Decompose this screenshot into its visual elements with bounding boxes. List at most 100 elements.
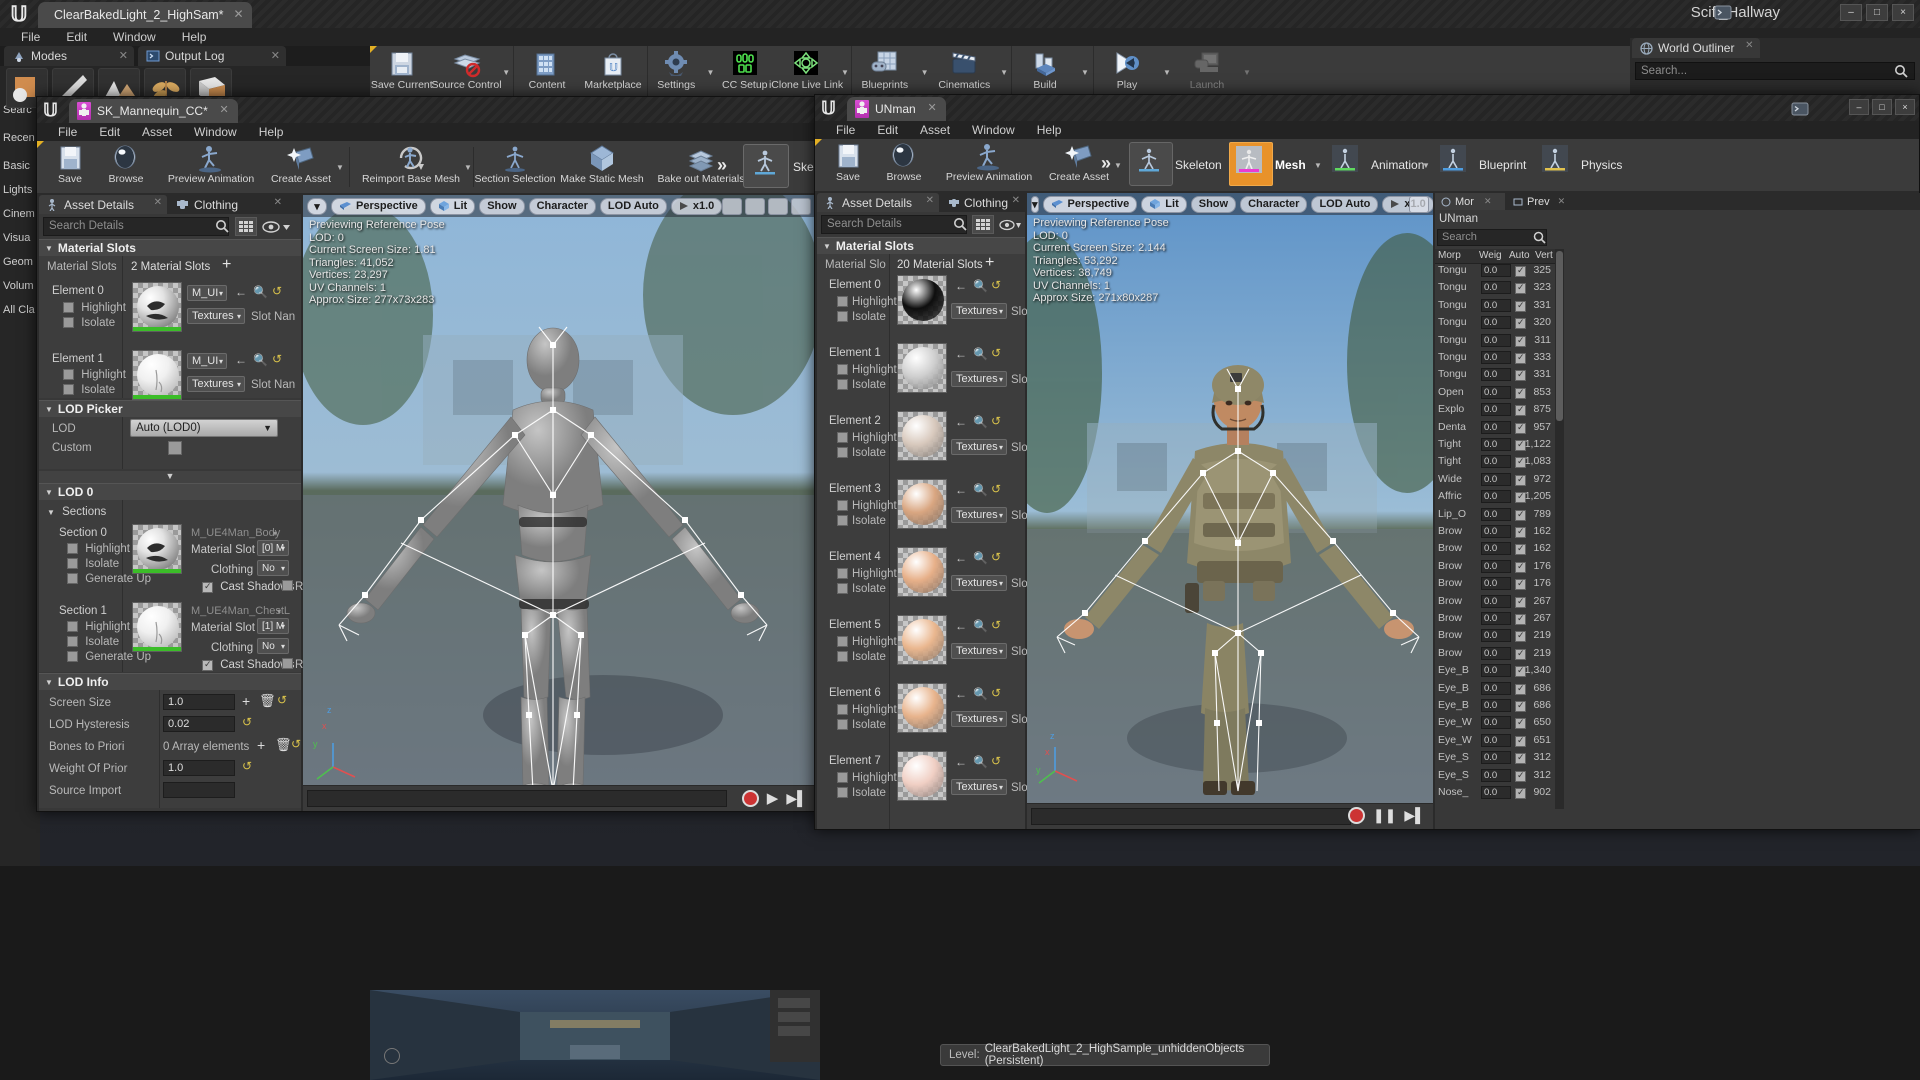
search-icon[interactable]: [1533, 231, 1546, 244]
add-material-slot-button[interactable]: +: [222, 257, 231, 273]
add-material-slot-button[interactable]: +: [985, 255, 994, 271]
rail-item-8[interactable]: All Cla: [3, 304, 35, 316]
snap-tool-icon[interactable]: [768, 198, 788, 215]
generate-up-checkbox[interactable]: [67, 573, 78, 584]
settings-chevron-down-icon[interactable]: ▼: [705, 46, 717, 98]
morph-search-input[interactable]: Search: [1437, 229, 1547, 246]
morph-row-3-weight[interactable]: 0.0: [1481, 316, 1511, 330]
morph-row-0-auto-checkbox[interactable]: [1515, 266, 1526, 277]
menu-asset[interactable]: Asset: [909, 121, 961, 139]
right-element-7-thumbnail[interactable]: [897, 751, 947, 801]
morph-row-24-weight[interactable]: 0.0: [1481, 681, 1511, 695]
morph-row-21-auto-checkbox[interactable]: [1515, 631, 1526, 643]
menu-edit[interactable]: Edit: [88, 123, 131, 141]
morph-target-row[interactable]: Affric 0.0 1,205: [1435, 490, 1555, 507]
morph-row-5-weight[interactable]: 0.0: [1481, 351, 1511, 364]
morph-target-row[interactable]: Tongu 0.0 325: [1435, 264, 1555, 281]
left-category-lod-picker[interactable]: ▼ LOD Picker: [39, 400, 301, 417]
left-element-0-highlight-row[interactable]: Highlight: [63, 302, 126, 314]
use-selected-asset-icon[interactable]: ←: [955, 619, 967, 633]
browse-to-asset-icon[interactable]: 🔍: [973, 755, 988, 769]
scale-tool-icon[interactable]: [745, 198, 765, 215]
right-mode-blueprint-button[interactable]: [1433, 142, 1477, 186]
right-viewport-transform-tools[interactable]: [1409, 196, 1429, 213]
morph-target-row[interactable]: Lip_O 0.0 789: [1435, 507, 1555, 525]
left-toolbar-preview-animation[interactable]: Preview Animation: [159, 141, 263, 193]
toolbar-play[interactable]: Play: [1094, 46, 1160, 98]
close-icon[interactable]: ✕: [271, 49, 280, 62]
right-details-search-input[interactable]: Search Details: [821, 215, 967, 234]
menu-help[interactable]: Help: [1026, 121, 1073, 139]
morph-scrollbar[interactable]: [1555, 249, 1564, 809]
toolbar-build[interactable]: Build: [1012, 46, 1078, 98]
morph-target-row[interactable]: Wide 0.0 972: [1435, 472, 1555, 490]
lod-info-row-4-value[interactable]: [163, 782, 235, 798]
expand-handle[interactable]: ▼: [39, 471, 301, 483]
isolate-checkbox[interactable]: [67, 636, 78, 647]
browse-to-asset-icon[interactable]: 🔍: [973, 347, 988, 361]
add-icon[interactable]: +: [257, 737, 265, 753]
highlight-checkbox[interactable]: [837, 432, 848, 443]
left-viewport-playrate-button[interactable]: x1.0: [670, 197, 723, 215]
highlight-checkbox[interactable]: [67, 621, 78, 632]
left-sections-label[interactable]: ▼ Sections: [47, 506, 106, 518]
right-element-4-highlight-row[interactable]: Highlight: [837, 568, 897, 580]
close-icon[interactable]: ✕: [1558, 196, 1566, 207]
right-element-2-thumbnail[interactable]: [897, 411, 947, 461]
morph-target-row[interactable]: Eye_W 0.0 651: [1435, 733, 1555, 751]
morph-target-row[interactable]: Tongu 0.0 320: [1435, 316, 1555, 333]
morph-col-1[interactable]: Weig: [1479, 250, 1502, 261]
morph-row-23-weight[interactable]: 0.0: [1481, 664, 1511, 678]
morph-row-14-auto-checkbox[interactable]: [1515, 509, 1526, 521]
reset-icon[interactable]: ↺: [991, 686, 1001, 700]
morph-row-26-weight[interactable]: 0.0: [1481, 716, 1511, 730]
morph-row-22-weight[interactable]: 0.0: [1481, 646, 1511, 660]
lod-info-row-1-value[interactable]: 0.02: [163, 716, 235, 732]
left-section-0-material-slot-combo[interactable]: [0] M: [257, 540, 289, 556]
left-element-0-textures-combo[interactable]: Textures: [187, 308, 245, 324]
morph-row-18-weight[interactable]: 0.0: [1481, 577, 1511, 591]
morph-col-0[interactable]: Morp: [1438, 250, 1461, 261]
left-viewport-show-button[interactable]: Show: [479, 197, 525, 215]
reset-icon[interactable]: ↺: [242, 759, 252, 773]
morph-target-row[interactable]: Eye_W 0.0 650: [1435, 716, 1555, 733]
world-outliner-search-input[interactable]: Search...: [1635, 62, 1915, 80]
morph-row-13-weight[interactable]: 0.0: [1481, 490, 1511, 504]
close-icon[interactable]: ✕: [1012, 195, 1020, 206]
menu-help[interactable]: Help: [248, 123, 295, 141]
toolbar-iclone-live-link[interactable]: iClone Live Link: [769, 46, 843, 98]
browse-to-asset-icon[interactable]: 🔍: [973, 619, 988, 633]
right-preview-viewport[interactable]: ▾ Perspective Lit Show Character LOD Aut…: [1027, 193, 1433, 829]
left-element-0-material-combo[interactable]: M_UI: [187, 285, 227, 301]
left-viewport-lod-button[interactable]: LOD Auto: [599, 197, 667, 215]
morph-target-row[interactable]: Tight 0.0 1,083: [1435, 455, 1555, 472]
left-section-0-generate-row[interactable]: Generate Up: [67, 573, 151, 585]
morph-row-14-weight[interactable]: 0.0: [1481, 507, 1511, 521]
close-icon[interactable]: ✕: [927, 101, 936, 114]
reset-icon[interactable]: ↺: [991, 346, 1001, 360]
rail-item-2[interactable]: Basic: [3, 160, 30, 172]
minimize-button[interactable]: –: [1849, 99, 1869, 115]
use-selected-asset-icon[interactable]: ←: [955, 483, 967, 497]
rail-item-3[interactable]: Lights: [3, 184, 32, 196]
search-icon[interactable]: [1894, 64, 1908, 78]
left-section-0-thumbnail[interactable]: [132, 524, 182, 574]
right-mode-animation-button[interactable]: [1325, 142, 1369, 186]
right-element-0-thumbnail[interactable]: [897, 275, 947, 325]
toolbar-blueprints[interactable]: Blueprints: [852, 46, 918, 98]
morph-target-row[interactable]: Brow 0.0 176: [1435, 577, 1555, 594]
animation-chevron-down-icon[interactable]: ▼: [1419, 139, 1433, 191]
search-icon[interactable]: [215, 219, 229, 233]
close-button[interactable]: ×: [1895, 99, 1915, 115]
morph-row-12-weight[interactable]: 0.0: [1481, 472, 1511, 486]
use-selected-asset-icon[interactable]: ←: [955, 755, 967, 769]
cast-shadows-checkbox[interactable]: [202, 582, 213, 593]
details-visibility-button[interactable]: [259, 217, 293, 236]
source-control-chevron-down-icon[interactable]: ▼: [500, 46, 513, 98]
highlight-checkbox[interactable]: [837, 500, 848, 511]
morph-row-4-auto-checkbox[interactable]: [1515, 335, 1526, 347]
isolate-checkbox[interactable]: [837, 787, 848, 798]
left-preview-viewport[interactable]: ▾ Perspective Lit Show Character LOD Aut…: [303, 195, 815, 811]
isolate-checkbox[interactable]: [837, 651, 848, 662]
transport-controls[interactable]: ▶ ▶▌: [741, 789, 807, 807]
